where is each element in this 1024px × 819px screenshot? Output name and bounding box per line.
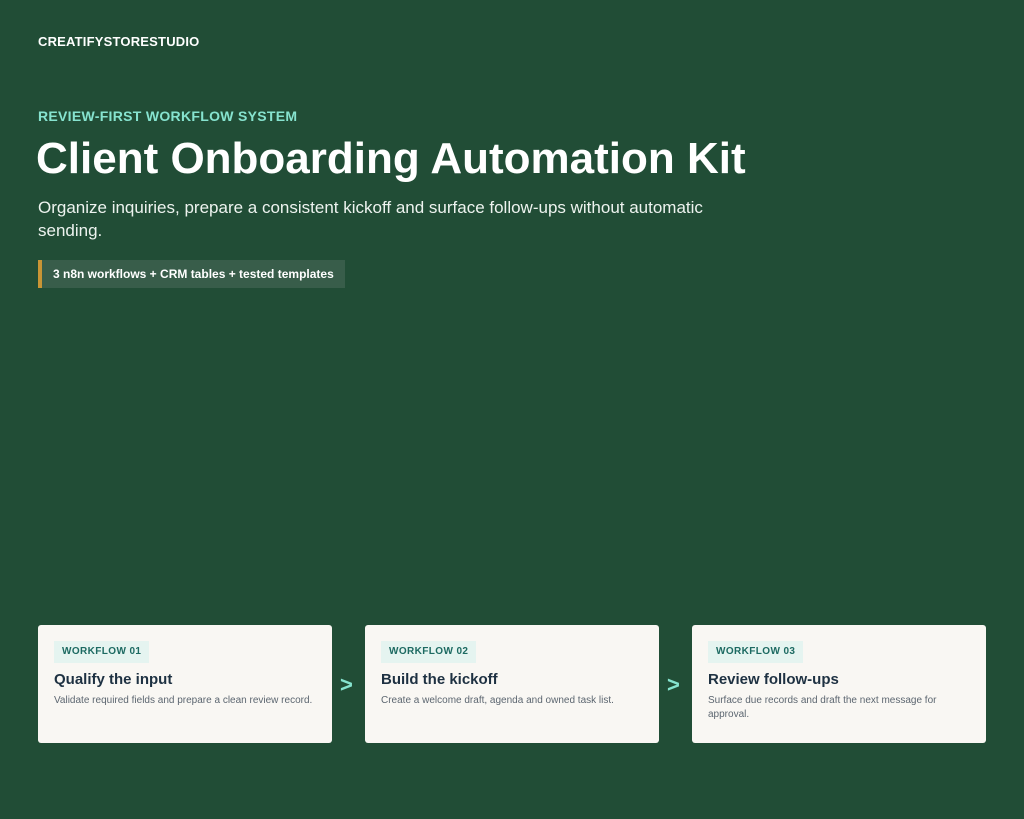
workflow-title-3: Review follow-ups xyxy=(708,671,839,688)
workflow-card-1: WORKFLOW 01 Qualify the input Validate r… xyxy=(38,625,332,743)
chevron-right-icon: > xyxy=(667,672,680,697)
workflow-title-1: Qualify the input xyxy=(54,671,173,688)
workflow-card-3: WORKFLOW 03 Review follow-ups Surface du… xyxy=(692,625,986,743)
workflow-description-1: Validate required fields and prepare a c… xyxy=(54,695,313,706)
hero-eyebrow: REVIEW-FIRST WORKFLOW SYSTEM xyxy=(38,108,298,124)
workflow-badge-2: WORKFLOW 02 xyxy=(381,641,477,663)
workflow-badge-1: WORKFLOW 01 xyxy=(54,641,150,663)
workflow-card-2: WORKFLOW 02 Build the kickoff Create a w… xyxy=(365,625,659,743)
page-title: Client Onboarding Automation Kit xyxy=(36,134,746,183)
workflow-description-2: Create a welcome draft, agenda and owned… xyxy=(381,695,614,706)
hero-subtitle: Organize inquiries, prepare a consistent… xyxy=(38,198,703,240)
workflow-description-3: Surface due records and draft the next m… xyxy=(708,695,937,720)
feature-pill: 3 n8n workflows + CRM tables + tested te… xyxy=(38,260,345,288)
workflow-title-2: Build the kickoff xyxy=(381,671,498,688)
chevron-right-icon: > xyxy=(340,672,353,697)
brand-name: CREATIFYSTORESTUDIO xyxy=(38,34,200,49)
workflow-badge-3: WORKFLOW 03 xyxy=(708,641,804,663)
